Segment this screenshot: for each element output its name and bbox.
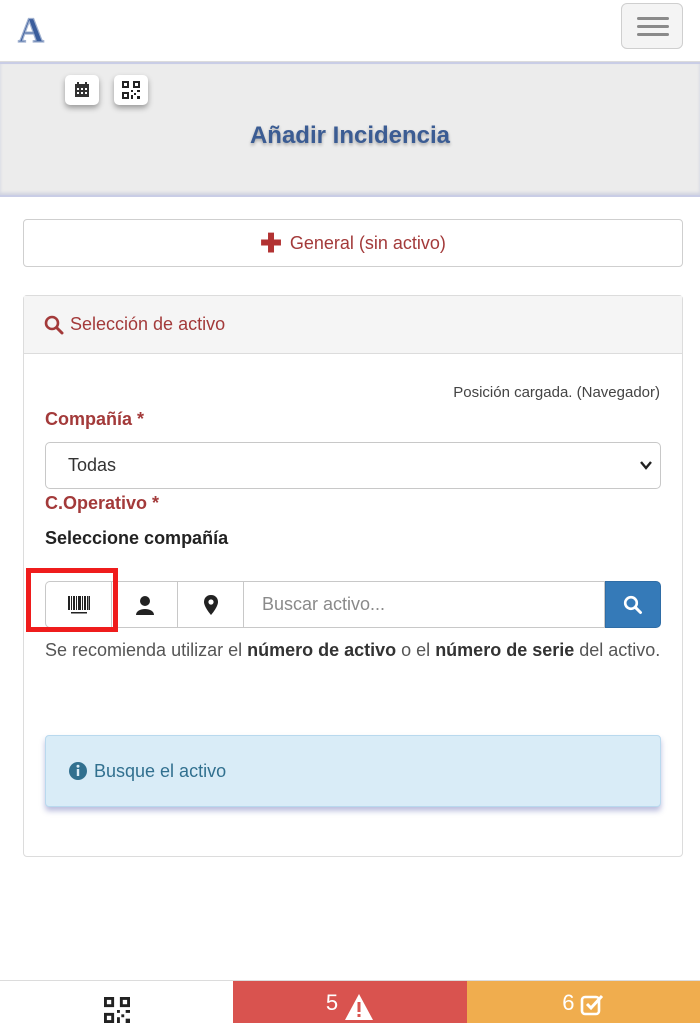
general-button-label: General (sin activo)	[289, 232, 446, 253]
asset-selection-panel: Selección de activo Posición cargada. (N…	[23, 295, 683, 857]
plus-icon: ✚	[260, 228, 282, 258]
search-submit-button[interactable]	[605, 581, 661, 628]
operative-label: C.Operativo *	[45, 493, 160, 513]
company-select[interactable]: Todas	[45, 442, 661, 489]
calendar-icon	[75, 82, 89, 97]
hamburger-line	[637, 25, 669, 28]
hamburger-icon	[637, 17, 669, 20]
calendar-button[interactable]	[65, 75, 99, 105]
help-text-middle: o el	[396, 640, 436, 660]
user-icon	[135, 595, 154, 615]
incidents-count: 5	[325, 990, 339, 1015]
help-text-serial-number: número de serie	[435, 640, 575, 660]
bottom-tab-incidents[interactable]: 5	[233, 981, 467, 1023]
position-status: Posición cargada. (Navegador)	[453, 384, 660, 401]
bottom-tab-qr[interactable]	[0, 981, 234, 1023]
panel-heading: Selección de activo	[24, 296, 682, 354]
menu-toggle-button[interactable]	[621, 3, 683, 49]
barcode-highlight-box	[26, 568, 118, 632]
company-label: Compañía *	[45, 409, 145, 429]
qr-scan-button[interactable]	[114, 75, 148, 105]
qr-code-icon	[122, 81, 140, 99]
app-logo[interactable]: A	[14, 8, 54, 50]
panel-title: Selección de activo	[70, 314, 226, 334]
info-alert: Busque el activo	[45, 735, 661, 807]
page-title: Añadir Incidencia	[249, 122, 451, 149]
bottom-tab-bar: 5 6	[0, 980, 700, 1023]
bottom-tab-tasks[interactable]: 6	[466, 981, 700, 1023]
hamburger-line	[637, 33, 669, 36]
search-help-text: Se recomienda utilizar el número de acti…	[45, 636, 665, 664]
logo-letter: A	[18, 10, 44, 48]
user-filter-button[interactable]	[111, 581, 177, 628]
map-marker-icon	[203, 594, 218, 615]
search-icon	[44, 315, 64, 334]
help-text-suffix: del activo.	[574, 640, 661, 660]
general-incident-button[interactable]: ✚ General (sin activo)	[23, 219, 683, 267]
info-alert-text: Busque el activo	[94, 760, 227, 781]
search-icon	[623, 595, 642, 614]
qr-code-icon	[103, 997, 130, 1023]
asset-search-input[interactable]	[243, 581, 605, 628]
company-selected-value: Todas	[68, 455, 117, 475]
asset-search-group	[45, 581, 661, 628]
warning-icon	[345, 994, 374, 1020]
info-circle-icon	[69, 762, 87, 780]
check-square-icon	[581, 994, 604, 1016]
tasks-count: 6	[562, 990, 575, 1015]
operative-value: Seleccione compañía	[45, 528, 229, 548]
help-text-asset-number: número de activo	[247, 640, 397, 660]
title-band: Añadir Incidencia	[0, 62, 700, 197]
help-text-prefix: Se recomienda utilizar el	[45, 640, 248, 660]
location-filter-button[interactable]	[177, 581, 243, 628]
top-navbar: A	[0, 0, 700, 62]
chevron-down-icon	[640, 461, 652, 470]
